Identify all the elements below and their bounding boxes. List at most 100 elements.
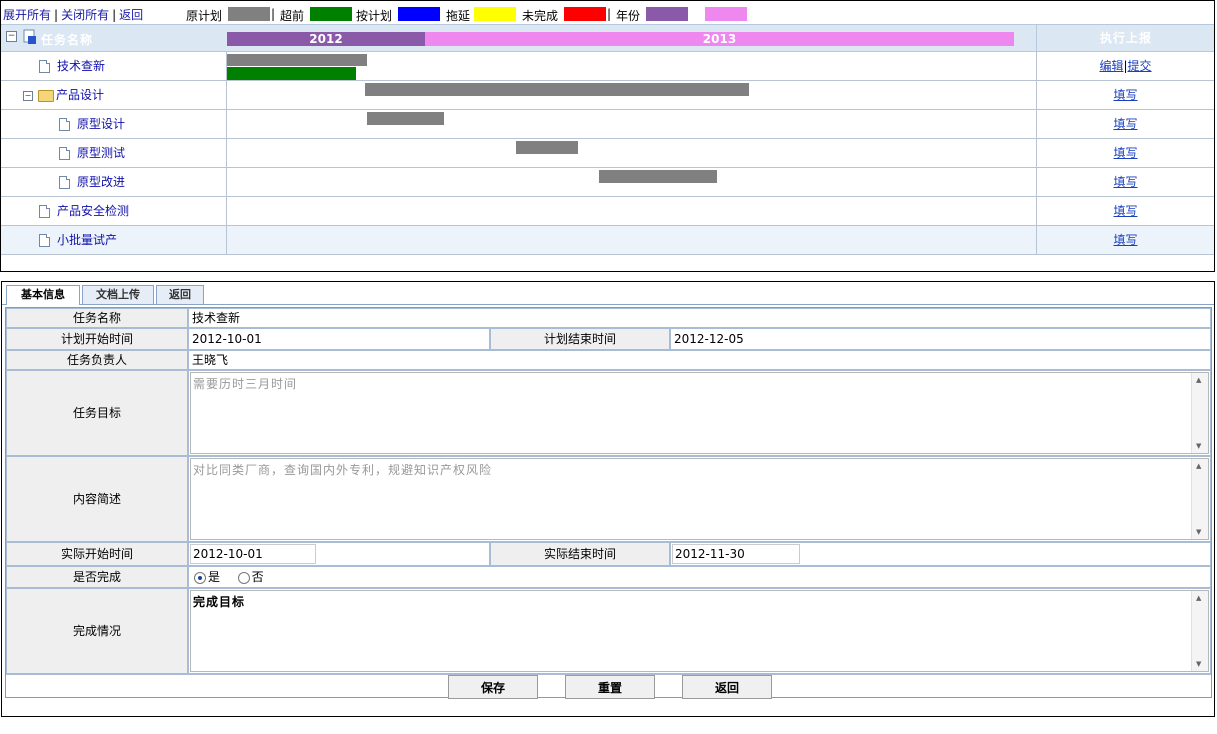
goal-textarea[interactable]: 需要历时三月时间 ▲ ▼ — [190, 372, 1209, 454]
scroll-down-icon[interactable]: ▼ — [1196, 660, 1202, 668]
goal-scrollbar[interactable]: ▲ ▼ — [1191, 373, 1208, 453]
radio-no[interactable] — [237, 571, 250, 584]
actual-end-input[interactable]: 2012-11-30 — [672, 544, 800, 564]
task-form: 任务名称 技术查新 计划开始时间 2012-10-01 计划结束时间 2012-… — [5, 307, 1212, 699]
reset-button[interactable]: 重置 — [565, 675, 655, 699]
fill-link[interactable]: 填写 — [1113, 175, 1137, 189]
collapse-toggle[interactable]: − — [23, 90, 33, 101]
value-plan-start: 2012-10-01 — [188, 328, 490, 350]
column-divider — [226, 226, 227, 254]
value-task-name: 技术查新 — [188, 308, 1211, 328]
task-name-cell[interactable]: 原型测试 — [59, 139, 125, 167]
collapse-tree-toggle[interactable]: − — [6, 31, 17, 42]
fill-link[interactable]: 填写 — [1113, 88, 1137, 102]
task-name-cell[interactable]: 原型设计 — [59, 110, 125, 138]
gantt-row: 原型测试 填写 — [1, 139, 1214, 168]
label-actual-end: 实际结束时间 — [490, 542, 670, 566]
scroll-up-icon[interactable]: ▲ — [1196, 376, 1202, 384]
report-cell: 填写 — [1037, 226, 1214, 254]
legend-label-original-plan: 原计划 — [186, 9, 223, 23]
back-link[interactable]: 返回 — [119, 8, 143, 22]
scroll-up-icon[interactable]: ▲ — [1196, 594, 1202, 602]
ahead-bar — [227, 67, 356, 80]
tab-basic-info[interactable]: 基本信息 — [6, 285, 80, 305]
label-actual-start: 实际开始时间 — [6, 542, 188, 566]
task-name-cell[interactable]: 技术查新 — [39, 52, 105, 80]
project-icon — [23, 29, 37, 48]
fill-link[interactable]: 填写 — [1113, 204, 1137, 218]
label-summary: 内容简述 — [6, 456, 188, 542]
planned-bar — [599, 170, 717, 183]
gantt-row: 技术查新 编辑|提交 — [1, 52, 1214, 81]
legend-swatch-original-plan — [228, 7, 270, 21]
actual-start-cell: 2012-10-01 — [188, 542, 490, 566]
year-bar-2013: 2013 — [425, 32, 1014, 46]
legend-swatch-ahead — [310, 7, 352, 21]
submit-link[interactable]: 提交 — [1128, 59, 1152, 73]
report-cell: 编辑|提交 — [1037, 52, 1214, 80]
report-cell: 填写 — [1037, 168, 1214, 196]
label-plan-start: 计划开始时间 — [6, 328, 188, 350]
legend-swatch-year-2 — [705, 7, 747, 21]
column-divider — [226, 110, 227, 138]
report-cell: 填写 — [1037, 197, 1214, 225]
gantt-header: − 任务名称 2012 2013 执行上报 — [1, 24, 1214, 52]
legend-label-on-plan: 按计划 — [356, 9, 393, 23]
summary-cell: 对比同类厂商，查询国内外专利，规避知识产权风险 ▲ ▼ — [188, 456, 1211, 542]
task-name: 原型改进 — [77, 175, 126, 189]
task-name-cell[interactable]: 原型改进 — [59, 168, 125, 196]
status-scrollbar[interactable]: ▲ ▼ — [1191, 591, 1208, 671]
tab-document-upload[interactable]: 文档上传 — [82, 285, 154, 304]
toolbar-separator: | — [54, 8, 59, 22]
scroll-up-icon[interactable]: ▲ — [1196, 462, 1202, 470]
legend-separator: | — [271, 7, 276, 21]
fill-link[interactable]: 填写 — [1113, 233, 1137, 247]
fill-link[interactable]: 填写 — [1113, 117, 1137, 131]
report-cell: 填写 — [1037, 139, 1214, 167]
task-name-cell[interactable]: − 产品设计 — [23, 81, 104, 109]
gantt-row: 原型设计 填写 — [1, 110, 1214, 139]
label-owner: 任务负责人 — [6, 350, 188, 370]
legend-label-delayed: 拖延 — [446, 9, 471, 23]
gantt-row: 小批量试产 填写 — [1, 226, 1214, 255]
task-name: 产品设计 — [56, 88, 105, 102]
back-button[interactable]: 返回 — [682, 675, 772, 699]
tab-bar: 基本信息 文档上传 返回 — [2, 282, 1214, 305]
actual-start-input[interactable]: 2012-10-01 — [190, 544, 316, 564]
scroll-down-icon[interactable]: ▼ — [1196, 528, 1202, 536]
gantt-row: 产品安全检测 填写 — [1, 197, 1214, 226]
summary-scrollbar[interactable]: ▲ ▼ — [1191, 459, 1208, 539]
status-textarea[interactable]: 完成目标 ▲ ▼ — [190, 590, 1209, 672]
fill-link[interactable]: 填写 — [1113, 146, 1137, 160]
gantt-panel: 展开所有 | 关闭所有 | 返回 原计划 | 超前 按计划 拖延 未完成 | 年份 − … — [0, 0, 1215, 272]
planned-bar — [367, 112, 444, 125]
legend-swatch-delayed — [474, 7, 516, 21]
legend-swatch-year — [646, 7, 688, 21]
task-detail-panel: 基本信息 文档上传 返回 任务名称 技术查新 计划开始时间 2012-10-01… — [1, 281, 1215, 717]
gantt-row: 原型改进 填写 — [1, 168, 1214, 197]
summary-text: 对比同类厂商，查询国内外专利，规避知识产权风险 — [193, 463, 493, 477]
edit-link[interactable]: 编辑 — [1099, 59, 1123, 73]
task-name-cell[interactable]: 产品安全检测 — [39, 197, 129, 225]
document-icon — [59, 118, 70, 131]
radio-yes[interactable] — [194, 571, 206, 584]
report-cell: 填写 — [1037, 110, 1214, 138]
planned-bar — [365, 83, 749, 96]
label-completed: 是否完成 — [6, 566, 188, 588]
goal-text: 需要历时三月时间 — [193, 377, 298, 391]
expand-all-link[interactable]: 展开所有 — [3, 8, 51, 22]
tab-back[interactable]: 返回 — [156, 285, 204, 304]
task-name: 技术查新 — [57, 59, 106, 73]
collapse-all-link[interactable]: 关闭所有 — [61, 8, 109, 22]
task-name: 原型测试 — [77, 146, 126, 160]
status-cell: 完成目标 ▲ ▼ — [188, 588, 1211, 674]
goal-cell: 需要历时三月时间 ▲ ▼ — [188, 370, 1211, 456]
task-column-title: 任务名称 — [41, 33, 94, 47]
task-column-header: − 任务名称 — [1, 25, 226, 52]
save-button[interactable]: 保存 — [448, 675, 538, 699]
value-plan-end: 2012-12-05 — [670, 328, 1211, 350]
scroll-down-icon[interactable]: ▼ — [1196, 442, 1202, 450]
task-name-cell[interactable]: 小批量试产 — [39, 226, 117, 254]
folder-icon — [38, 89, 54, 102]
summary-textarea[interactable]: 对比同类厂商，查询国内外专利，规避知识产权风险 ▲ ▼ — [190, 458, 1209, 540]
